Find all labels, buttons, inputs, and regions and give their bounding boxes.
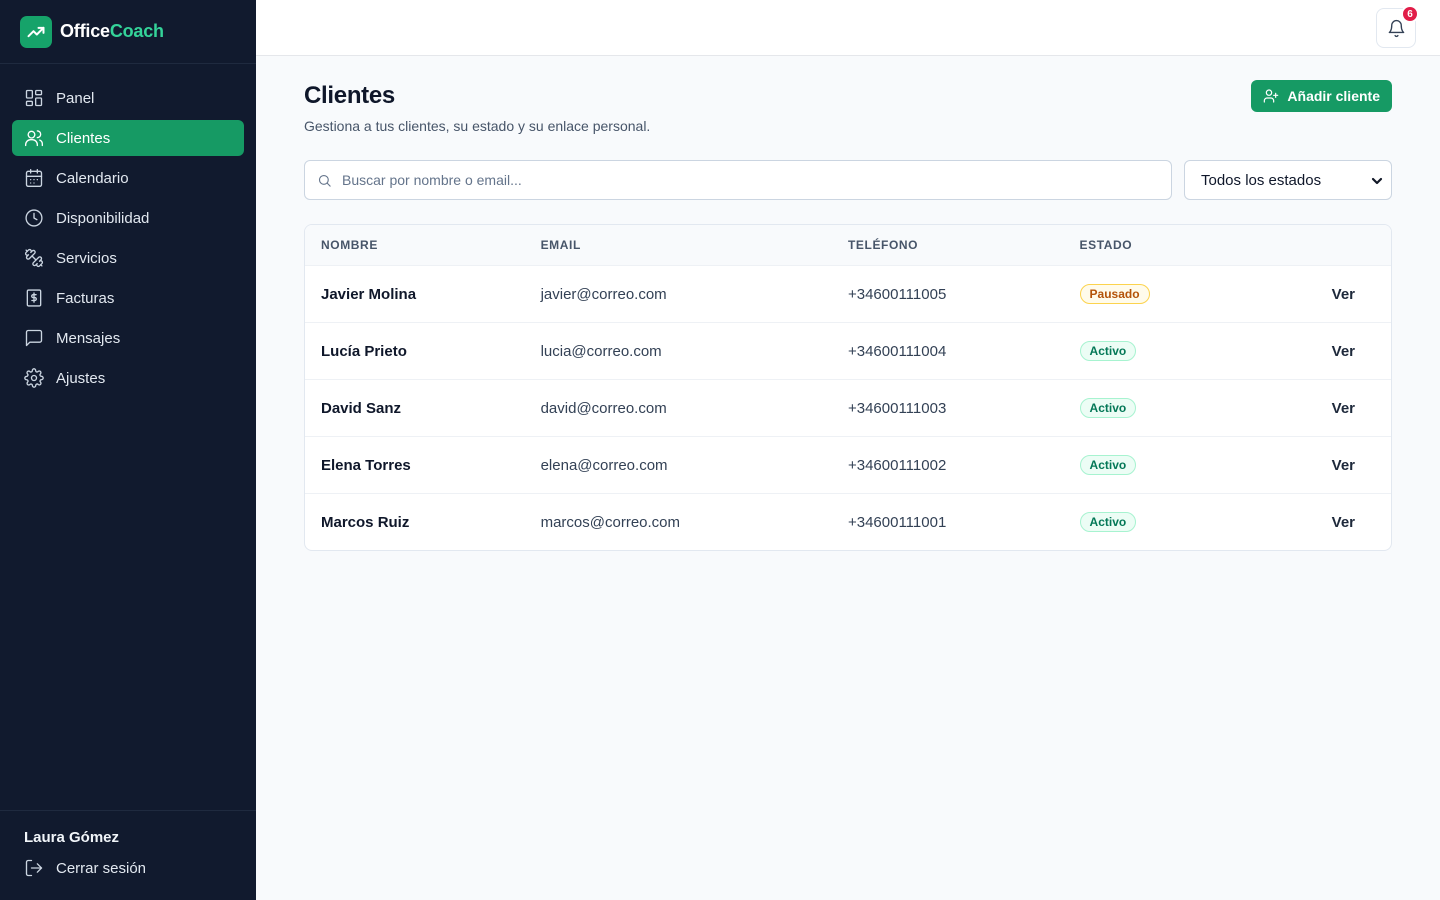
user-plus-icon (1264, 89, 1279, 103)
receipt-icon (24, 288, 44, 308)
sidebar-item-ajustes[interactable]: Ajustes (12, 360, 244, 396)
status-badge: Pausado (1079, 284, 1150, 304)
sidebar-item-label: Panel (56, 89, 95, 107)
dashboard-icon (24, 88, 44, 108)
sidebar-item-clientes[interactable]: Clientes (12, 120, 244, 156)
logout-icon (25, 859, 43, 877)
status-badge: Activo (1079, 341, 1137, 361)
clock-icon (24, 208, 44, 228)
sidebar-item-mensajes[interactable]: Mensajes (12, 320, 244, 356)
view-client-link[interactable]: Ver (1332, 343, 1355, 360)
logout-label: Cerrar sesión (56, 859, 147, 877)
client-phone: +34600111005 (847, 285, 947, 303)
sidebar-footer: Laura Gómez Cerrar sesión (0, 810, 256, 900)
logout-button[interactable]: Cerrar sesión (24, 858, 232, 878)
table-row: David Sanz david@correo.com +34600111003… (305, 379, 1391, 436)
client-name: Javier Molina (321, 285, 417, 303)
client-name: David Sanz (321, 399, 402, 417)
sidebar-item-disponibilidad[interactable]: Disponibilidad (12, 200, 244, 236)
sidebar-item-label: Servicios (56, 249, 117, 267)
column-header-email: EMAIL (540, 238, 581, 252)
table-row: Javier Molina javier@correo.com +3460011… (305, 265, 1391, 322)
bell-icon (1388, 19, 1404, 37)
view-client-link[interactable]: Ver (1332, 286, 1355, 303)
notification-count-badge: 6 (1401, 5, 1419, 23)
client-email: marcos@correo.com (540, 513, 681, 531)
client-phone: +34600111001 (847, 513, 947, 531)
client-phone: +34600111002 (847, 456, 947, 474)
table-row: Lucía Prieto lucia@correo.com +346001110… (305, 322, 1391, 379)
client-email: javier@correo.com (540, 285, 667, 303)
sidebar: OfficeCoach Panel Clientes Calendario Di… (0, 0, 256, 900)
sidebar-item-label: Facturas (56, 289, 115, 307)
users-icon (24, 128, 44, 148)
page-subtitle: Gestiona a tus clientes, su estado y su … (304, 118, 651, 134)
chevron-down-icon (1371, 177, 1383, 185)
sidebar-item-label: Clientes (56, 129, 111, 147)
search-icon (318, 174, 331, 187)
table-header: NOMBRE EMAIL TELÉFONO ESTADO (305, 225, 1391, 265)
client-name: Marcos Ruiz (321, 513, 410, 531)
sidebar-item-label: Calendario (56, 169, 129, 187)
status-badge: Activo (1079, 512, 1137, 532)
topbar: 6 (256, 0, 1440, 56)
clients-table: NOMBRE EMAIL TELÉFONO ESTADO Javier Moli… (304, 224, 1392, 551)
status-filter-select[interactable]: Todos los estados (1184, 160, 1392, 200)
brand-name-part2: Coach (109, 21, 164, 41)
page-title: Clientes (304, 82, 395, 109)
brand-name: OfficeCoach (60, 21, 164, 42)
table-row: Elena Torres elena@correo.com +346001110… (305, 436, 1391, 493)
client-phone: +34600111003 (847, 399, 947, 417)
client-name: Elena Torres (321, 456, 411, 474)
user-name: Laura Gómez (24, 829, 120, 846)
add-client-label: Añadir cliente (1287, 88, 1380, 104)
sidebar-item-servicios[interactable]: Servicios (12, 240, 244, 276)
notifications-button[interactable]: 6 (1376, 5, 1419, 48)
sidebar-item-label: Ajustes (56, 369, 106, 387)
search-input[interactable] (342, 172, 1142, 188)
trending-up-icon (20, 15, 52, 48)
view-client-link[interactable]: Ver (1332, 514, 1355, 531)
message-icon (24, 328, 44, 348)
table-row: Marcos Ruiz marcos@correo.com +346001110… (305, 493, 1391, 550)
sidebar-nav: Panel Clientes Calendario Disponibilidad… (0, 64, 256, 396)
status-badge: Activo (1079, 455, 1137, 475)
brand-name-part1: Office (60, 21, 110, 41)
dumbbell-icon (24, 248, 44, 268)
gear-icon (24, 368, 44, 388)
sidebar-item-label: Disponibilidad (56, 209, 150, 227)
calendar-icon (24, 168, 44, 188)
brand[interactable]: OfficeCoach (0, 0, 256, 64)
sidebar-item-facturas[interactable]: Facturas (12, 280, 244, 316)
column-header-telefono: TELÉFONO (847, 238, 919, 252)
view-client-link[interactable]: Ver (1332, 457, 1355, 474)
status-filter-value: Todos los estados (1201, 171, 1322, 189)
add-client-button[interactable]: Añadir cliente (1251, 80, 1392, 112)
client-email: lucia@correo.com (540, 342, 662, 360)
client-email: elena@correo.com (540, 456, 668, 474)
client-phone: +34600111004 (847, 342, 947, 360)
sidebar-item-label: Mensajes (56, 329, 121, 347)
column-header-nombre: NOMBRE (321, 238, 378, 252)
column-header-estado: ESTADO (1079, 238, 1133, 252)
client-email: david@correo.com (540, 399, 667, 417)
sidebar-item-calendario[interactable]: Calendario (12, 160, 244, 196)
search-box (304, 160, 1172, 200)
view-client-link[interactable]: Ver (1332, 400, 1355, 417)
sidebar-item-panel[interactable]: Panel (12, 80, 244, 116)
status-badge: Activo (1079, 398, 1137, 418)
client-name: Lucía Prieto (321, 342, 407, 360)
